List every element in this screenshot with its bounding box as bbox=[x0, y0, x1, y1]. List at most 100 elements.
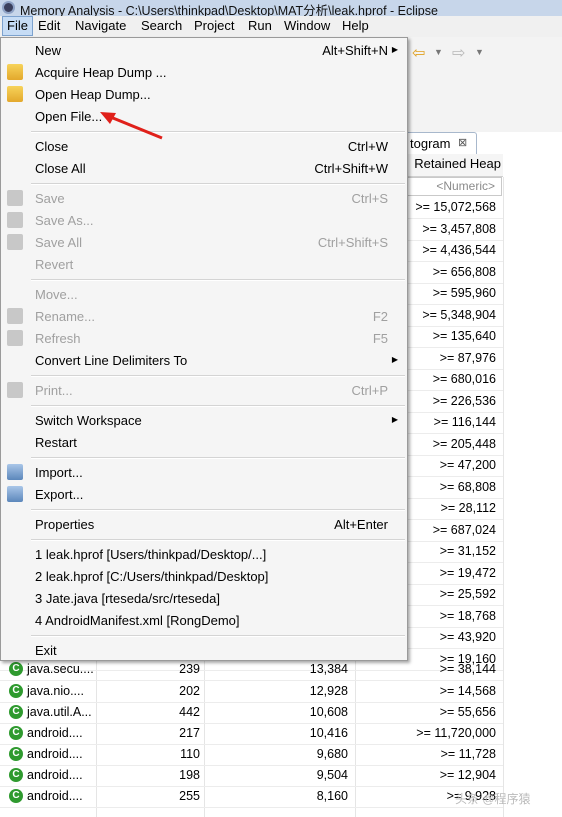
menu-separator bbox=[31, 509, 405, 511]
menu-item-close[interactable]: Close Ctrl+W bbox=[2, 135, 406, 157]
shallow-heap: 10,416 bbox=[309, 726, 348, 740]
menu-bar: File Edit Navigate Search Project Run Wi… bbox=[0, 16, 562, 38]
objects-count: 239 bbox=[179, 662, 200, 676]
menu-item-open-heap-dump[interactable]: Open Heap Dump... bbox=[2, 83, 406, 105]
menu-item-save-all[interactable]: Save All Ctrl+Shift+S bbox=[2, 231, 406, 253]
column-header-retained-heap[interactable]: Retained Heap bbox=[404, 156, 501, 176]
menu-item-restart[interactable]: Restart bbox=[2, 431, 406, 453]
menu-file[interactable]: File bbox=[2, 16, 33, 36]
menu-item-print[interactable]: Print... Ctrl+P bbox=[2, 379, 406, 401]
class-name: java.nio.... bbox=[27, 684, 84, 698]
menu-item-export[interactable]: Export... bbox=[2, 483, 406, 505]
menu-item-rename[interactable]: Rename... F2 bbox=[2, 305, 406, 327]
back-dropdown-icon[interactable]: ▼ bbox=[434, 47, 443, 57]
menu-item-exit[interactable]: Exit bbox=[2, 639, 406, 661]
menu-help[interactable]: Help bbox=[338, 17, 373, 35]
menu-item-save-as[interactable]: Save As... bbox=[2, 209, 406, 231]
class-icon: C bbox=[9, 747, 23, 761]
objects-count: 255 bbox=[179, 789, 200, 803]
retained-heap: >= 55,656 bbox=[439, 705, 496, 719]
menu-edit[interactable]: Edit bbox=[34, 17, 64, 35]
menu-separator bbox=[31, 279, 405, 281]
save-as-icon bbox=[7, 212, 23, 228]
objects-count: 110 bbox=[180, 747, 200, 761]
shallow-heap: 9,504 bbox=[316, 768, 348, 782]
menu-project[interactable]: Project bbox=[190, 17, 238, 35]
tab-histogram[interactable]: togram ⊠ bbox=[403, 132, 477, 155]
table-row[interactable]: C android.... 110 9,680 >= 11,728 bbox=[0, 744, 503, 766]
class-name: java.secu.... bbox=[27, 662, 94, 676]
menu-item-close-all[interactable]: Close All Ctrl+Shift+W bbox=[2, 157, 406, 179]
menu-item-recent-2[interactable]: 2 leak.hprof [C:/Users/thinkpad/Desktop] bbox=[2, 565, 406, 587]
menu-item-refresh[interactable]: Refresh F5 bbox=[2, 327, 406, 349]
menu-item-convert-line-delimiters[interactable]: Convert Line Delimiters To ▶ bbox=[2, 349, 406, 371]
retained-heap: >= 38,144 bbox=[439, 662, 496, 676]
menu-separator bbox=[31, 635, 405, 637]
submenu-arrow-icon: ▶ bbox=[391, 45, 398, 54]
menu-item-revert[interactable]: Revert bbox=[2, 253, 406, 275]
class-name: android.... bbox=[27, 789, 83, 803]
menu-window[interactable]: Window bbox=[280, 17, 334, 35]
menu-navigate[interactable]: Navigate bbox=[71, 17, 130, 35]
table-row[interactable]: C android.... 255 8,160 >= 9,928 bbox=[0, 786, 503, 808]
objects-count: 217 bbox=[179, 726, 200, 740]
table-row[interactable]: C java.util.A... 442 10,608 >= 55,656 bbox=[0, 702, 503, 724]
export-icon bbox=[7, 486, 23, 502]
shallow-heap: 9,680 bbox=[316, 747, 348, 761]
open-heap-icon bbox=[7, 86, 23, 102]
tab-histogram-label: togram bbox=[410, 136, 451, 151]
class-icon: C bbox=[9, 726, 23, 740]
objects-count: 198 bbox=[179, 768, 200, 782]
submenu-arrow-icon: ▶ bbox=[391, 355, 398, 364]
save-all-icon bbox=[7, 234, 23, 250]
class-name: android.... bbox=[27, 768, 83, 782]
table-row[interactable]: C java.nio.... 202 12,928 >= 14,568 bbox=[0, 681, 503, 703]
menu-separator bbox=[31, 405, 405, 407]
retained-heap: >= 11,728 bbox=[440, 747, 496, 761]
shallow-heap: 12,928 bbox=[309, 684, 348, 698]
shallow-heap: 13,384 bbox=[309, 662, 348, 676]
eclipse-icon bbox=[2, 1, 15, 14]
menu-item-acquire-heap-dump[interactable]: Acquire Heap Dump ... bbox=[2, 61, 406, 83]
retained-filter-input[interactable]: <Numeric> bbox=[404, 177, 502, 196]
rename-icon bbox=[7, 308, 23, 324]
menu-item-recent-3[interactable]: 3 Jate.java [rteseda/src/rteseda] bbox=[2, 587, 406, 609]
class-icon: C bbox=[9, 684, 23, 698]
menu-separator bbox=[31, 539, 405, 541]
class-icon: C bbox=[9, 789, 23, 803]
menu-separator bbox=[31, 457, 405, 459]
acquire-heap-icon bbox=[7, 64, 23, 80]
menu-item-switch-workspace[interactable]: Switch Workspace ▶ bbox=[2, 409, 406, 431]
menu-item-recent-1[interactable]: 1 leak.hprof [Users/thinkpad/Desktop/...… bbox=[2, 543, 406, 565]
retained-heap: >= 11,720,000 bbox=[416, 726, 496, 740]
objects-count: 442 bbox=[179, 705, 200, 719]
menu-item-new[interactable]: New Alt+Shift+N ▶ bbox=[2, 39, 406, 61]
import-icon bbox=[7, 464, 23, 480]
menu-item-properties[interactable]: Properties Alt+Enter bbox=[2, 513, 406, 535]
close-icon[interactable]: ⊠ bbox=[458, 136, 467, 149]
menu-item-open-file[interactable]: Open File... bbox=[2, 105, 406, 127]
table-row[interactable]: C android.... 217 10,416 >= 11,720,000 bbox=[0, 723, 503, 745]
class-icon: C bbox=[9, 705, 23, 719]
menu-item-save[interactable]: Save Ctrl+S bbox=[2, 187, 406, 209]
menu-run[interactable]: Run bbox=[244, 17, 276, 35]
file-menu-dropdown: New Alt+Shift+N ▶ Acquire Heap Dump ... … bbox=[0, 37, 408, 661]
column-divider bbox=[503, 177, 504, 817]
print-icon bbox=[7, 382, 23, 398]
menu-separator bbox=[31, 131, 405, 133]
menu-search[interactable]: Search bbox=[137, 17, 186, 35]
menu-item-move[interactable]: Move... bbox=[2, 283, 406, 305]
back-arrow-icon[interactable]: ⇦ bbox=[412, 43, 425, 63]
shallow-heap: 10,608 bbox=[309, 705, 348, 719]
forward-dropdown-icon[interactable]: ▼ bbox=[475, 47, 484, 57]
refresh-icon bbox=[7, 330, 23, 346]
forward-arrow-icon[interactable]: ⇨ bbox=[452, 43, 465, 63]
table-row[interactable]: C java.secu.... 239 13,384 >= 38,144 bbox=[0, 659, 503, 681]
menu-item-recent-4[interactable]: 4 AndroidManifest.xml [RongDemo] bbox=[2, 609, 406, 631]
class-icon: C bbox=[9, 768, 23, 782]
shallow-heap: 8,160 bbox=[316, 789, 348, 803]
class-name: android.... bbox=[27, 747, 83, 761]
save-icon bbox=[7, 190, 23, 206]
menu-item-import[interactable]: Import... bbox=[2, 461, 406, 483]
table-row[interactable]: C android.... 198 9,504 >= 12,904 bbox=[0, 765, 503, 787]
